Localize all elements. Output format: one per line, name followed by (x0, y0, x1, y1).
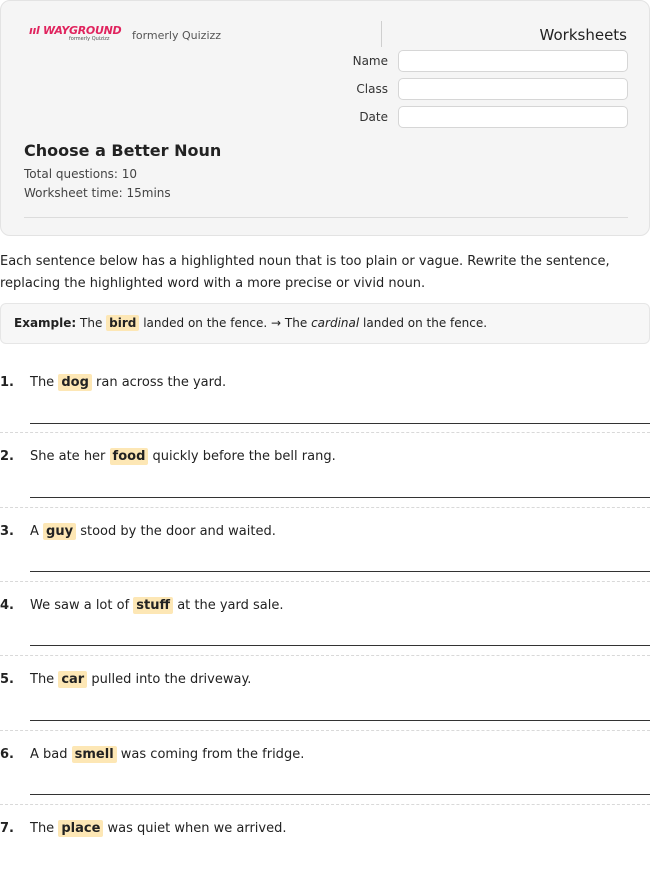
worksheet-title: Choose a Better Noun (24, 141, 222, 160)
example-before: The (80, 316, 103, 330)
question-item: 7. The place was quiet when we arrived. (0, 820, 650, 895)
question-number: 5. (0, 672, 14, 687)
highlighted-noun: guy (43, 523, 77, 540)
date-field[interactable] (398, 106, 628, 128)
instructions: Each sentence below has a highlighted no… (0, 254, 610, 291)
answer-line[interactable] (30, 794, 650, 795)
example-box: Example: The bird landed on the fence. →… (0, 303, 650, 344)
highlighted-noun: place (58, 820, 104, 837)
question-separator (0, 432, 650, 433)
question-text: A guy stood by the door and waited. (30, 523, 276, 540)
question-separator (0, 581, 650, 582)
worksheet-header: ııl WAYGROUND formerly Quizizz formerly … (0, 0, 650, 236)
question-separator (0, 804, 650, 805)
question-text: The dog ran across the yard. (30, 374, 227, 391)
question-item: 2. She ate her food quickly before the b… (0, 448, 650, 523)
question-text: We saw a lot of stuff at the yard sale. (30, 597, 284, 614)
name-label: Name (352, 54, 388, 68)
highlighted-noun: smell (71, 746, 117, 763)
name-field[interactable] (398, 50, 628, 72)
question-number: 6. (0, 747, 14, 762)
question-number: 3. (0, 524, 14, 539)
question-number: 7. (0, 821, 14, 836)
worksheet-time: Worksheet time: 15mins (24, 186, 171, 200)
question-item: 1. The dog ran across the yard. (0, 374, 650, 449)
question-text: A bad smell was coming from the fridge. (30, 746, 305, 763)
question-text: The place was quiet when we arrived. (30, 820, 287, 837)
answer-line[interactable] (30, 497, 650, 498)
question-number: 2. (0, 449, 14, 464)
question-separator (0, 730, 650, 731)
answer-line[interactable] (30, 720, 650, 721)
date-label: Date (359, 110, 388, 124)
highlighted-noun: car (58, 671, 88, 688)
answer-line[interactable] (30, 571, 650, 572)
question-separator (0, 655, 650, 656)
answer-line[interactable] (30, 645, 650, 646)
example-replacement: cardinal (311, 316, 360, 330)
question-item: 3. A guy stood by the door and waited. (0, 523, 650, 598)
class-label: Class (356, 82, 388, 96)
question-text: The car pulled into the driveway. (30, 671, 252, 688)
answer-line[interactable] (30, 423, 650, 424)
worksheets-label: Worksheets (539, 26, 627, 44)
class-field[interactable] (398, 78, 628, 100)
header-divider (381, 21, 382, 47)
example-after: landed on the fence. → The (143, 316, 308, 330)
question-text: She ate her food quickly before the bell… (30, 448, 336, 465)
question-item: 5. The car pulled into the driveway. (0, 671, 650, 746)
highlighted-noun: stuff (133, 597, 174, 614)
question-item: 6. A bad smell was coming from the fridg… (0, 746, 650, 821)
example-end: landed on the fence. (363, 316, 488, 330)
formerly-label: formerly Quizizz (132, 29, 222, 42)
total-questions: Total questions: 10 (24, 167, 138, 181)
example-noun: bird (106, 315, 140, 331)
question-number: 4. (0, 598, 14, 613)
question-separator (0, 507, 650, 508)
question-number: 1. (0, 375, 14, 390)
highlighted-noun: dog (58, 374, 92, 391)
question-item: 4. We saw a lot of stuff at the yard sal… (0, 597, 650, 672)
header-bottom-divider (24, 217, 628, 218)
wayground-logo: ııl WAYGROUND formerly Quizizz (29, 24, 122, 42)
example-label: Example: (14, 316, 77, 330)
highlighted-noun: food (109, 448, 149, 465)
logo-mark-icon: ııl (29, 24, 40, 37)
